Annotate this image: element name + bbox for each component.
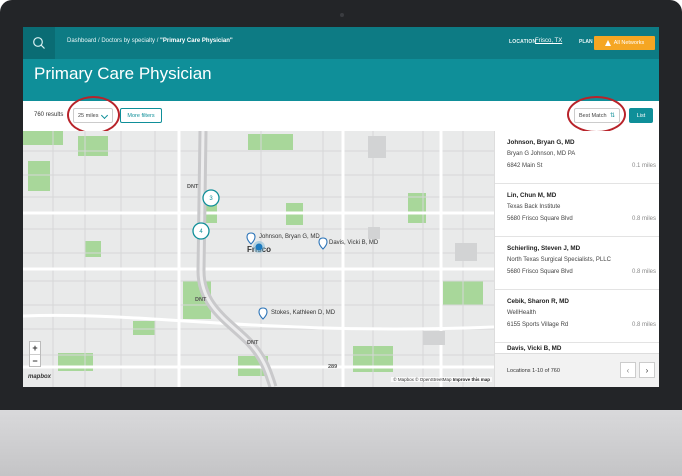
map-pin-icon[interactable] bbox=[246, 232, 256, 245]
map-building bbox=[423, 331, 445, 345]
page-title: Primary Care Physician bbox=[34, 64, 212, 83]
pagination-summary: Locations 1-10 of 760 bbox=[507, 368, 560, 374]
filter-bar: 760 results 25 miles More filters Best M… bbox=[23, 96, 659, 134]
map-building bbox=[368, 136, 386, 158]
doctor-name[interactable]: Cebik, Sharon R, MD bbox=[507, 298, 569, 305]
warning-icon bbox=[604, 40, 611, 46]
doctor-name[interactable]: Schierling, Steven J, MD bbox=[507, 245, 580, 252]
list-item[interactable]: Lin, Chun M, MD Texas Back Institute 568… bbox=[495, 184, 659, 237]
camera-dot bbox=[340, 13, 344, 17]
doctor-distance: 0.8 miles bbox=[631, 322, 656, 328]
map-park bbox=[28, 161, 50, 191]
map-attribution: © Mapbox © OpenStreetMap Improve this ma… bbox=[391, 377, 492, 382]
map-pin-icon[interactable] bbox=[258, 307, 268, 320]
map-pin-icon[interactable] bbox=[318, 237, 328, 250]
list-item[interactable]: Schierling, Steven J, MD North Texas Sur… bbox=[495, 237, 659, 290]
doctor-practice: Texas Back Institute bbox=[507, 204, 561, 210]
marker-label[interactable]: Johnson, Bryan G, MD bbox=[259, 234, 320, 240]
zoom-in-button[interactable]: + bbox=[30, 342, 40, 355]
zoom-control: + − bbox=[29, 341, 41, 367]
current-location-dot bbox=[255, 243, 263, 251]
doctor-address: 6155 Sports Village Rd bbox=[507, 322, 569, 328]
doctor-name[interactable]: Johnson, Bryan G, MD bbox=[507, 139, 575, 146]
map-building bbox=[455, 243, 477, 261]
zoom-out-button[interactable]: − bbox=[30, 355, 40, 367]
road-label: DNT bbox=[187, 184, 199, 190]
doctor-distance: 0.8 miles bbox=[631, 216, 656, 222]
marker-label[interactable]: Stokes, Kathleen D, MD bbox=[271, 310, 336, 316]
road-label: 289 bbox=[328, 364, 337, 370]
networks-button[interactable]: All Networks bbox=[594, 36, 655, 50]
highlight-ring-sort bbox=[567, 96, 626, 133]
doctor-distance: 0.8 miles bbox=[631, 269, 656, 275]
page-header: Primary Care Physician bbox=[23, 59, 659, 101]
doctor-practice: WellHealth bbox=[507, 310, 536, 316]
pagination: Locations 1-10 of 760 ‹ › bbox=[495, 353, 659, 387]
plan-label: PLAN bbox=[579, 39, 593, 45]
result-count: 760 results bbox=[34, 112, 64, 118]
list-view-button[interactable]: List bbox=[629, 108, 653, 123]
more-filters-button[interactable]: More filters bbox=[120, 108, 162, 123]
next-page-button[interactable]: › bbox=[639, 362, 655, 378]
monitor-bezel: Dashboard / Doctors by specialty / "Prim… bbox=[0, 0, 682, 410]
mapbox-logo[interactable]: mapbox bbox=[28, 374, 51, 380]
improve-map-link[interactable]: Improve this map bbox=[453, 377, 490, 382]
prev-page-button[interactable]: ‹ bbox=[620, 362, 636, 378]
road-label: DNT bbox=[195, 297, 207, 303]
map-tollway bbox=[196, 131, 278, 387]
doctor-address: 5680 Frisco Square Blvd bbox=[507, 216, 573, 222]
monitor-stand-base bbox=[0, 410, 682, 476]
list-item[interactable]: Johnson, Bryan G, MD Bryan G Johnson, MD… bbox=[495, 131, 659, 184]
doctor-name[interactable]: Lin, Chun M, MD bbox=[507, 192, 556, 199]
map-park bbox=[133, 321, 155, 335]
location-label: LOCATION bbox=[509, 39, 537, 45]
doctor-distance: 0.1 miles bbox=[631, 163, 656, 169]
app-screen: Dashboard / Doctors by specialty / "Prim… bbox=[23, 27, 659, 387]
map-tollway bbox=[199, 131, 275, 387]
search-button[interactable] bbox=[23, 27, 55, 59]
doctor-practice: Bryan G Johnson, MD PA bbox=[507, 151, 576, 157]
top-bar: Dashboard / Doctors by specialty / "Prim… bbox=[23, 27, 659, 59]
attribution-text[interactable]: © Mapbox © OpenStreetMap bbox=[393, 377, 451, 382]
map-park bbox=[85, 241, 101, 257]
map-building bbox=[368, 227, 380, 239]
map-park bbox=[248, 134, 293, 150]
networks-label: All Networks bbox=[613, 40, 645, 46]
location-link[interactable]: Frisco, TX bbox=[535, 38, 562, 44]
map[interactable]: DNT DNT DNT 289 3 4 Frisco bbox=[23, 131, 494, 387]
doctor-practice: North Texas Surgical Specialists, PLLC bbox=[507, 257, 611, 263]
doctor-name[interactable]: Davis, Vicki B, MD bbox=[507, 345, 561, 352]
list-item[interactable]: Cebik, Sharon R, MD WellHealth 6155 Spor… bbox=[495, 290, 659, 343]
road-label: DNT bbox=[247, 340, 259, 346]
highlight-ring-distance bbox=[67, 96, 120, 134]
map-park bbox=[78, 136, 108, 156]
doctor-address: 6842 Main St bbox=[507, 163, 543, 169]
marker-label[interactable]: Davis, Vicki B, MD bbox=[329, 240, 379, 246]
breadcrumb-current: "Primary Care Physician" bbox=[160, 38, 233, 44]
search-icon bbox=[33, 37, 45, 49]
map-park bbox=[23, 131, 63, 145]
results-list: Johnson, Bryan G, MD Bryan G Johnson, MD… bbox=[494, 131, 659, 387]
breadcrumb[interactable]: Dashboard / Doctors by specialty / "Prim… bbox=[67, 38, 233, 44]
breadcrumb-path[interactable]: Dashboard / Doctors by specialty / bbox=[67, 38, 160, 44]
doctor-address: 5680 Frisco Square Blvd bbox=[507, 269, 573, 275]
map-canvas[interactable]: DNT DNT DNT 289 3 4 Frisco bbox=[23, 131, 494, 387]
